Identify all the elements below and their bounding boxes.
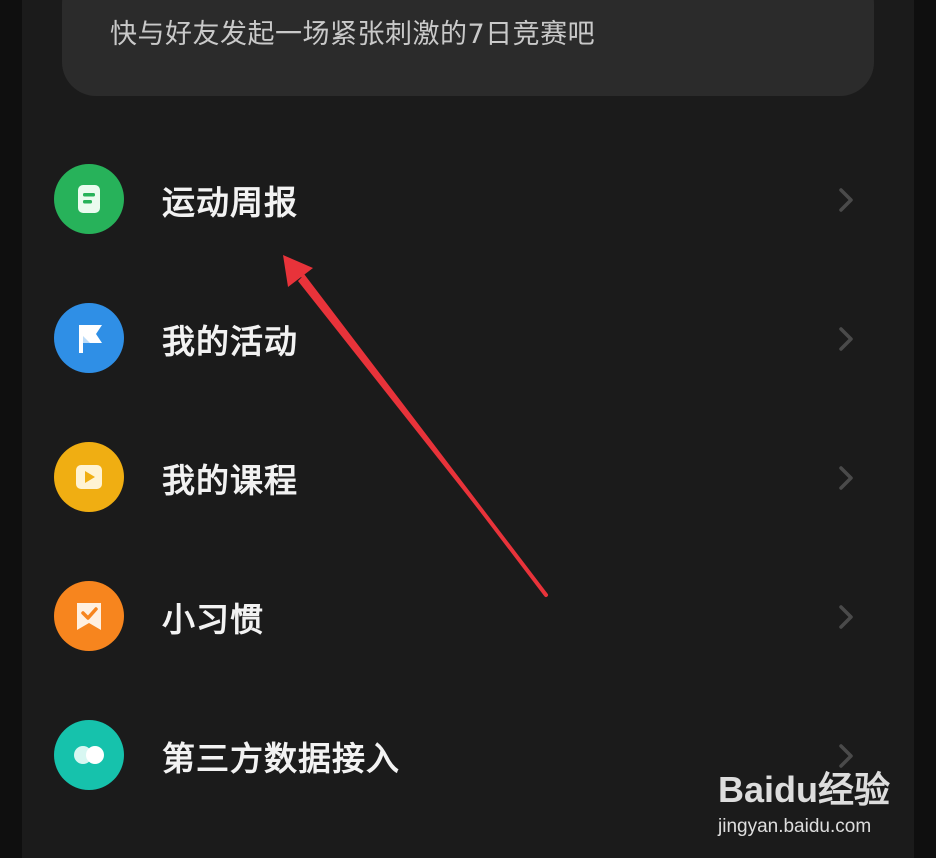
habit-bookmark-icon (54, 581, 124, 651)
watermark-url: jingyan.baidu.com (717, 816, 871, 837)
watermark-brand: Baidu经验 (718, 769, 890, 810)
menu-item-my-courses[interactable]: 我的课程 (22, 418, 914, 538)
chevron-right-icon (839, 327, 853, 351)
baidu-jingyan-watermark: Baidu经验 jingyan.baidu.com (716, 758, 912, 842)
menu-item-label: 我的课程 (162, 461, 298, 500)
menu-item-label: 小习惯 (162, 600, 264, 639)
chevron-right-icon (839, 466, 853, 490)
link-circles-icon (54, 720, 124, 790)
menu-item-small-habits[interactable]: 小习惯 (22, 557, 914, 677)
competition-banner-card[interactable]: 快与好友发起一场紧张刺激的7日竞赛吧 (62, 0, 874, 96)
chevron-right-icon (839, 188, 853, 212)
play-course-icon (54, 442, 124, 512)
menu-item-my-activities[interactable]: 我的活动 (22, 279, 914, 399)
banner-text: 快与好友发起一场紧张刺激的7日竞赛吧 (110, 19, 596, 50)
menu-item-label: 运动周报 (162, 183, 298, 222)
app-screen: 快与好友发起一场紧张刺激的7日竞赛吧 运动周报 我的活动 我的课程 小习惯 第三… (22, 0, 914, 858)
weekly-report-icon (54, 164, 124, 234)
menu-item-weekly-report[interactable]: 运动周报 (22, 140, 914, 260)
flag-icon (54, 303, 124, 373)
chevron-right-icon (839, 605, 853, 629)
menu-item-label: 我的活动 (162, 322, 298, 361)
menu-item-label: 第三方数据接入 (162, 739, 400, 778)
baidu-paw-logo-icon: Baidu经验 jingyan.baidu.com (717, 769, 890, 837)
